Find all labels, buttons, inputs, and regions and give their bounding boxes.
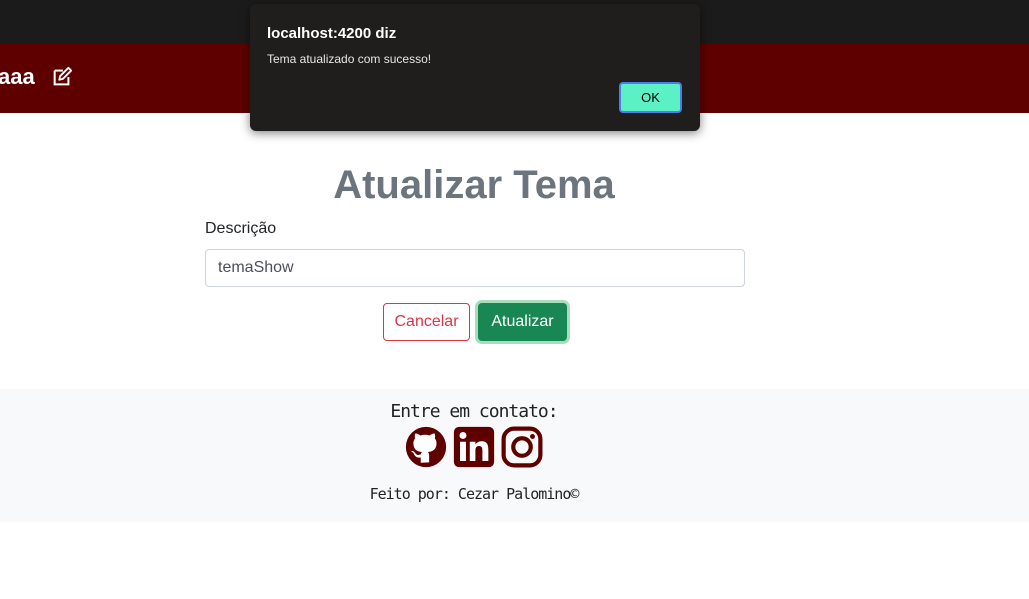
contact-title: Entre em contato: (390, 401, 558, 422)
social-icons (405, 426, 543, 468)
cancel-button[interactable]: Cancelar (383, 303, 470, 341)
page-title: Atualizar Tema (333, 163, 615, 207)
description-label: Descrição (205, 220, 277, 237)
description-input[interactable] (205, 249, 745, 287)
footer: Entre em contato: Feito por: Cezar Palom… (0, 389, 1029, 522)
user-name: aaa (0, 64, 35, 89)
alert-dialog: localhost:4200 diz Tema atualizado com s… (250, 4, 700, 131)
alert-ok-button[interactable]: OK (619, 82, 682, 113)
navbar-user: aaa (0, 64, 73, 90)
github-icon[interactable] (405, 426, 447, 468)
edit-icon[interactable] (51, 66, 73, 88)
linkedin-icon[interactable] (453, 426, 495, 468)
instagram-icon[interactable] (501, 426, 543, 468)
alert-message: Tema atualizado com sucesso! (267, 52, 432, 66)
update-button[interactable]: Atualizar (478, 303, 567, 341)
credit-text: Feito por: Cezar Palomino© (369, 485, 580, 503)
alert-title: localhost:4200 diz (267, 25, 397, 42)
